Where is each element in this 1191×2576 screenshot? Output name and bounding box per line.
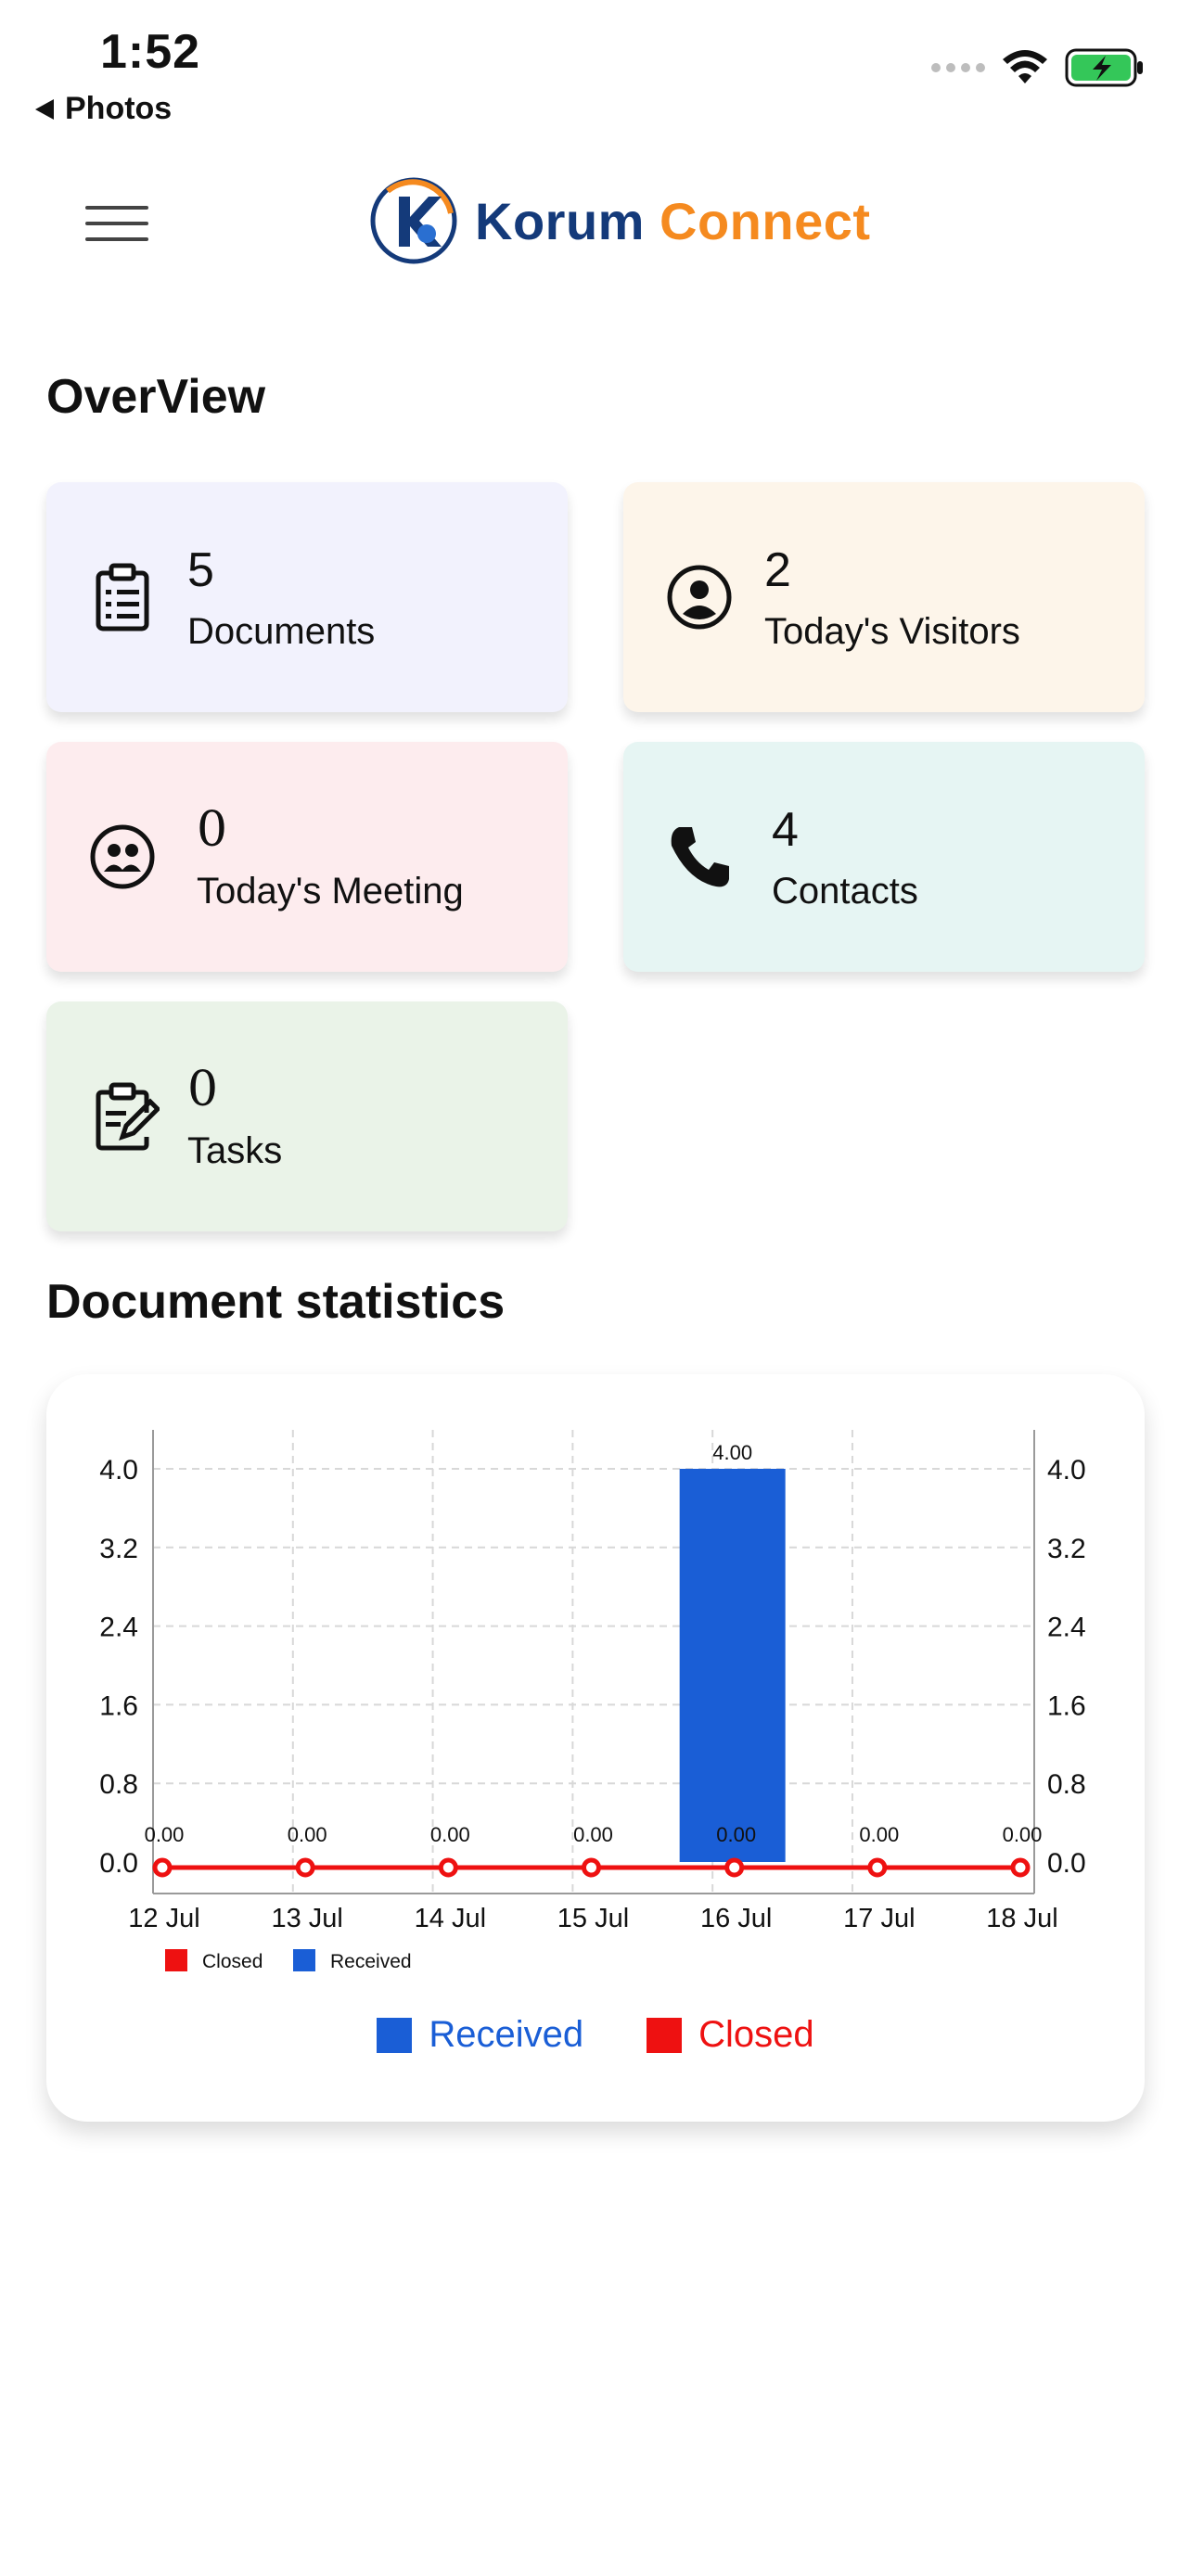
legend-item-received[interactable]: Received [377,2014,583,2056]
meeting-label: Today's Meeting [197,870,464,912]
group-icon [90,824,155,889]
meeting-count: 0 [197,801,228,858]
status-time: 1:52 [100,25,201,79]
contacts-card[interactable]: 4 Contacts [623,742,1145,972]
y-tick-label-left: 0.0 [99,1848,138,1879]
brand-logo: Korum Connect [369,176,871,265]
clipboard-list-icon [96,563,149,631]
hamburger-menu-icon[interactable] [85,206,148,241]
y-tick-label-left: 3.2 [99,1534,138,1564]
documents-label: Documents [187,610,376,652]
signal-icon [931,63,985,72]
y-tick-label-left: 1.6 [99,1690,138,1721]
account-circle-icon [667,565,732,630]
clipboard-edit-icon [96,1082,160,1151]
wifi-icon [1003,50,1047,83]
bar-data-label: 4.00 [712,1441,752,1464]
chart-point-closed[interactable] [1010,1857,1031,1878]
y-tick-label-right: 2.4 [1047,1613,1086,1643]
document-statistics-chart-card: 0.0 0.0 0.8 0.8 1.6 1.6 2.4 2.4 3.2 3.2 4.0 4.0 4.00… [46,1374,1145,2122]
tasks-card[interactable]: 0 Tasks [46,1001,568,1231]
point-data-label: 0.00 [859,1823,899,1846]
contacts-count: 4 [772,802,799,857]
x-tick-label: 16 Jul [700,1904,772,1933]
back-to-photos[interactable]: Photos [35,91,172,127]
x-tick-label: 12 Jul [128,1904,199,1933]
visitors-label: Today's Visitors [764,610,1020,652]
visitors-count: 2 [764,542,791,597]
chart-point-closed[interactable] [152,1857,173,1878]
x-tick-label: 14 Jul [415,1904,486,1933]
x-tick-label: 17 Jul [843,1904,915,1933]
chart-legend: Received Closed [46,2014,1145,2056]
y-tick-label-left: 2.4 [99,1613,138,1643]
legend-swatch-received [377,2017,413,2053]
documents-card[interactable]: 5 Documents [46,482,568,712]
point-data-label: 0.00 [430,1823,470,1846]
chart-bar-received[interactable] [679,1469,786,1862]
document-statistics-chart: 0.0 0.0 0.8 0.8 1.6 1.6 2.4 2.4 3.2 3.2 4.0 4.0 4.00… [99,1430,1086,1972]
y-tick-label-right: 4.0 [1047,1455,1086,1486]
phone-icon [671,827,729,887]
point-data-label: 0.00 [573,1823,613,1846]
point-data-label: 0.00 [145,1823,185,1846]
chart-point-closed[interactable] [295,1857,315,1878]
status-icons [931,48,1145,87]
chart-point-closed[interactable] [724,1857,745,1878]
contacts-label: Contacts [772,870,918,912]
legend-item-closed[interactable]: Closed [647,2014,814,2056]
tasks-count: 0 [187,1061,219,1117]
y-tick-label-left: 4.0 [99,1455,138,1486]
meeting-card[interactable]: 0 Today's Meeting [46,742,568,972]
overview-title: OverView [46,370,266,424]
y-tick-label-right: 0.8 [1047,1769,1086,1800]
document-statistics-title: Document statistics [46,1275,506,1329]
legend-swatch-closed [647,2017,683,2053]
battery-charging-icon [1065,48,1143,87]
documents-count: 5 [187,542,214,597]
back-label: Photos [65,91,173,126]
tasks-label: Tasks [187,1129,283,1171]
back-arrow-icon [35,98,54,120]
inner-legend-label: Closed [202,1951,263,1972]
x-tick-label: 18 Jul [986,1904,1057,1933]
chart-point-closed[interactable] [867,1857,888,1878]
x-tick-label: 13 Jul [271,1904,342,1933]
x-tick-label: 15 Jul [557,1904,629,1933]
brand-first: Korum [475,191,645,250]
brand-name: Korum Connect [475,191,871,251]
point-data-label: 0.00 [288,1823,327,1846]
chart-point-closed[interactable] [582,1857,601,1878]
korum-logo-icon [370,177,457,264]
legend-label-received: Received [429,2014,584,2055]
point-data-label: 0.00 [1003,1823,1043,1846]
inner-legend-label: Received [330,1951,412,1972]
visitors-card[interactable]: 2 Today's Visitors [623,482,1145,712]
inner-legend-swatch [165,1949,187,1971]
inner-legend-swatch [293,1949,315,1971]
brand-second: Connect [660,191,871,250]
y-tick-label-right: 0.0 [1047,1848,1086,1879]
y-tick-label-left: 0.8 [99,1769,138,1800]
chart-point-closed[interactable] [438,1857,458,1878]
y-tick-label-right: 1.6 [1047,1690,1086,1721]
y-tick-label-right: 3.2 [1047,1534,1086,1564]
legend-label-closed: Closed [698,2014,814,2055]
point-data-label: 0.00 [716,1823,756,1846]
